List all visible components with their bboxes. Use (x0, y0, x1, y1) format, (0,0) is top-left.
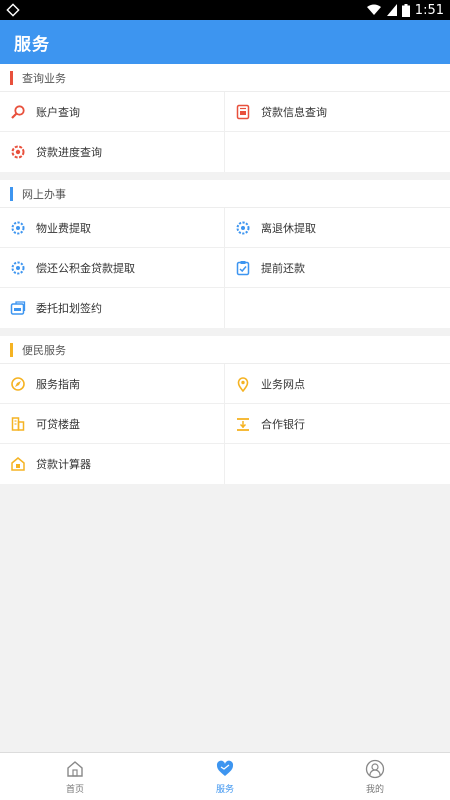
service-label: 物业费提取 (36, 221, 91, 235)
checklist-icon (235, 260, 251, 276)
gear-icon (10, 220, 26, 236)
section-convenience: 便民服务 服务指南 业务网点 可贷楼盘 合作银行 贷款计算器 (0, 336, 450, 484)
service-label: 合作银行 (261, 417, 305, 431)
service-label: 服务指南 (36, 377, 80, 391)
service-label: 可贷楼盘 (36, 417, 80, 431)
services-content: 查询业务 账户查询 贷款信息查询 贷款进度查询 网上办事 物业费提取 离退休提取… (0, 64, 450, 492)
service-grid: 服务指南 业务网点 可贷楼盘 合作银行 贷款计算器 (0, 364, 450, 484)
app-bar: 服务 (0, 20, 450, 64)
tab-mine[interactable]: 我的 (300, 753, 450, 800)
service-label: 业务网点 (261, 377, 305, 391)
page-title: 服务 (14, 35, 50, 55)
service-loan-progress-query[interactable]: 贷款进度查询 (0, 132, 225, 172)
service-entrusted-deduction[interactable]: 委托扣划签约 (0, 288, 225, 328)
section-title: 查询业务 (22, 71, 66, 85)
section-header: 便民服务 (0, 336, 450, 364)
section-header: 网上办事 (0, 180, 450, 208)
service-grid: 账户查询 贷款信息查询 贷款进度查询 (0, 92, 450, 172)
service-early-repayment[interactable]: 提前还款 (225, 248, 450, 288)
section-accent-bar (10, 70, 13, 85)
compass-icon (10, 376, 26, 392)
gear-icon (235, 220, 251, 236)
status-time: 1:51 (414, 2, 444, 18)
section-query: 查询业务 账户查询 贷款信息查询 贷款进度查询 (0, 64, 450, 172)
document-icon (235, 104, 251, 120)
service-empty-cell (225, 132, 450, 172)
tab-label: 我的 (365, 784, 384, 795)
location-pin-icon (235, 376, 251, 392)
service-label: 离退休提取 (261, 221, 316, 235)
service-label: 贷款计算器 (36, 458, 91, 471)
wifi-icon (366, 4, 381, 15)
service-label: 提前还款 (261, 261, 305, 275)
tab-services[interactable]: 服务 (150, 753, 300, 800)
building-icon (10, 416, 26, 432)
gear-icon (10, 260, 26, 276)
status-bar: 1:51 (0, 0, 450, 20)
service-account-query[interactable]: 账户查询 (0, 92, 225, 132)
service-loan-repayment-withdrawal[interactable]: 偿还公积金贷款提取 (0, 248, 225, 288)
section-title: 网上办事 (22, 187, 66, 201)
service-empty-cell (225, 444, 450, 484)
notification-icon (6, 3, 20, 17)
bottom-tab-bar: 首页 服务 我的 (0, 752, 450, 800)
service-empty-cell (225, 288, 450, 328)
service-branches[interactable]: 业务网点 (225, 364, 450, 404)
service-guide[interactable]: 服务指南 (0, 364, 225, 404)
service-loan-calculator[interactable]: 贷款计算器 (0, 444, 225, 484)
section-title: 便民服务 (22, 343, 66, 357)
section-header: 查询业务 (0, 64, 450, 92)
section-accent-bar (10, 342, 13, 357)
service-partner-banks[interactable]: 合作银行 (225, 404, 450, 444)
status-right: 1:51 (366, 0, 444, 20)
service-loanable-properties[interactable]: 可贷楼盘 (0, 404, 225, 444)
tab-label: 服务 (215, 784, 234, 795)
tab-label: 首页 (65, 784, 84, 795)
bank-icon (235, 416, 251, 432)
signal-icon (386, 4, 397, 16)
heart-icon (216, 760, 234, 776)
service-label: 贷款进度查询 (36, 146, 102, 159)
section-online: 网上办事 物业费提取 离退休提取 偿还公积金贷款提取 提前还款 委托扣划签约 (0, 180, 450, 328)
calculator-icon (10, 456, 26, 472)
service-label: 委托扣划签约 (36, 302, 102, 315)
service-label: 账户查询 (36, 105, 80, 119)
service-property-fee-withdrawal[interactable]: 物业费提取 (0, 208, 225, 248)
contract-icon (10, 300, 26, 316)
service-loan-info-query[interactable]: 贷款信息查询 (225, 92, 450, 132)
section-accent-bar (10, 186, 13, 201)
search-icon (10, 104, 26, 120)
tab-home[interactable]: 首页 (0, 753, 150, 800)
progress-icon (10, 144, 26, 160)
service-grid: 物业费提取 离退休提取 偿还公积金贷款提取 提前还款 委托扣划签约 (0, 208, 450, 328)
service-label: 贷款信息查询 (261, 105, 327, 119)
service-retirement-withdrawal[interactable]: 离退休提取 (225, 208, 450, 248)
service-label: 偿还公积金贷款提取 (36, 261, 135, 275)
user-icon (365, 759, 385, 778)
home-icon (67, 760, 83, 777)
battery-icon (401, 3, 410, 17)
